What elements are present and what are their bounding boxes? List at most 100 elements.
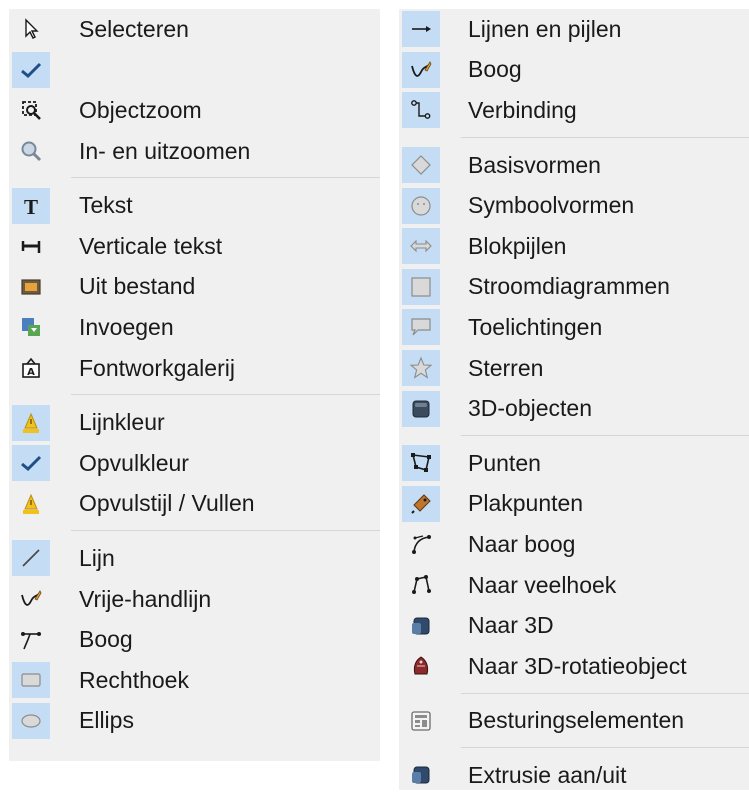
menu-item-naar-boog[interactable]: Naar boog — [399, 524, 749, 565]
menu-item-label: Selecteren — [79, 15, 189, 42]
menu-item-label: Boog — [468, 56, 522, 83]
menu-item-selecteren[interactable]: Selecteren — [9, 9, 380, 50]
drawing-context-menu-left: Selecteren Objectzoom In- en uitzoomen T… — [9, 9, 380, 761]
menu-item-ellips[interactable]: Ellips — [9, 701, 380, 742]
menu-item-boog-right[interactable]: Boog — [399, 50, 749, 91]
menu-item-label: Lijnen en pijlen — [468, 15, 622, 42]
menu-item-label: Extrusie aan/uit — [468, 761, 627, 788]
line-arrow-icon — [402, 11, 440, 48]
menu-item-in-en-uitzoomen[interactable]: In- en uitzoomen — [9, 131, 380, 172]
star-icon — [402, 350, 440, 387]
menu-item-label: Tekst — [79, 192, 133, 219]
glue-points-icon — [402, 485, 440, 522]
menu-item-lijnen-en-pijlen[interactable]: Lijnen en pijlen — [399, 9, 749, 50]
to-polygon-icon — [402, 567, 440, 603]
menu-item-verticale-tekst[interactable]: Verticale tekst — [9, 226, 380, 267]
menu-item-naar-3d[interactable]: Naar 3D — [399, 605, 749, 646]
extrusion-icon — [402, 757, 440, 793]
menu-item-boog-left[interactable]: Boog — [9, 619, 380, 660]
menu-separator — [9, 524, 380, 538]
menu-item-label: Invoegen — [79, 313, 174, 340]
vertical-text-icon — [12, 228, 50, 264]
menu-item-naar-veelhoek[interactable]: Naar veelhoek — [399, 565, 749, 606]
menu-item-rechthoek[interactable]: Rechthoek — [9, 660, 380, 701]
zoom-magnifier-icon — [12, 133, 50, 169]
menu-separator — [9, 388, 380, 402]
flowchart-icon — [402, 268, 440, 305]
menu-item-label: Symboolvormen — [468, 192, 635, 219]
menu-item-lijn[interactable]: Lijn — [9, 538, 380, 579]
checkmark-icon — [12, 445, 50, 482]
menu-item-basisvormen[interactable]: Basisvormen — [399, 145, 749, 186]
menu-item-label: Ellips — [79, 707, 134, 734]
menu-item-fontworkgalerij[interactable]: A Fontworkgalerij — [9, 348, 380, 389]
checkmark-icon — [12, 51, 50, 88]
menu-separator — [399, 687, 749, 701]
svg-text:A: A — [27, 367, 35, 378]
drawing-context-menu-right: Lijnen en pijlen Boog Verbinding Basisvo… — [399, 9, 749, 790]
menu-item-uit-bestand[interactable]: Uit bestand — [9, 267, 380, 308]
menu-item-blokpijlen[interactable]: Blokpijlen — [399, 226, 749, 267]
menu-item-label: Opvulkleur — [79, 449, 189, 476]
menu-item-verbinding[interactable]: Verbinding — [399, 90, 749, 131]
menu-item-invoegen[interactable]: Invoegen — [9, 307, 380, 348]
menu-separator — [399, 131, 749, 145]
menu-separator — [9, 171, 380, 185]
text-t-icon: T — [12, 187, 50, 224]
menu-item-label: Blokpijlen — [468, 232, 567, 259]
freeform-line-icon — [12, 581, 50, 617]
menu-item-objectzoom[interactable]: Objectzoom — [9, 90, 380, 131]
curve-icon — [12, 622, 50, 658]
menu-item-3d-objecten[interactable]: 3D-objecten — [399, 388, 749, 429]
object-zoom-icon — [12, 92, 50, 128]
menu-item-label: Plakpunten — [468, 490, 584, 517]
menu-item-punten[interactable]: Punten — [399, 443, 749, 484]
menu-item-label: Punten — [468, 449, 541, 476]
cube-icon — [402, 390, 440, 427]
menu-item-label: Naar boog — [468, 530, 576, 557]
menu-item-sterren[interactable]: Sterren — [399, 348, 749, 389]
menu-item-naar-3d-rotatieobject[interactable]: Naar 3D-rotatieobject — [399, 646, 749, 687]
menu-item-label: Verbinding — [468, 96, 577, 123]
menu-item-besturingselementen[interactable]: Besturingselementen — [399, 701, 749, 742]
to-3d-rotation-icon — [402, 648, 440, 684]
menu-item-opvulstijl-vullen[interactable]: Opvulstijl / Vullen — [9, 484, 380, 525]
menu-item-label: Vrije-handlijn — [79, 585, 212, 612]
line-color-icon — [12, 404, 50, 441]
menu-item-opvulkleur[interactable]: Opvulkleur — [9, 443, 380, 484]
menu-item-stroomdiagrammen[interactable]: Stroomdiagrammen — [399, 267, 749, 308]
menu-item-label: Toelichtingen — [468, 313, 603, 340]
menu-item-plakpunten[interactable]: Plakpunten — [399, 484, 749, 525]
menu-item-label: Sterren — [468, 354, 544, 381]
to-3d-icon — [402, 608, 440, 644]
menu-item-label: Stroomdiagrammen — [468, 273, 670, 300]
menu-item-label: Naar 3D — [468, 612, 554, 639]
callout-icon — [402, 309, 440, 346]
line-icon — [12, 540, 50, 577]
svg-text:T: T — [24, 195, 38, 218]
menu-item-label: Naar 3D-rotatieobject — [468, 652, 687, 679]
menu-separator — [399, 741, 749, 755]
menu-item-label: Opvulstijl / Vullen — [79, 490, 255, 517]
image-from-file-icon — [12, 269, 50, 305]
menu-item-checked-toggle[interactable] — [9, 50, 380, 91]
connector-icon — [402, 92, 440, 129]
diamond-shape-icon — [402, 147, 440, 184]
menu-item-label: In- en uitzoomen — [79, 137, 251, 164]
menu-item-symboolvormen[interactable]: Symboolvormen — [399, 185, 749, 226]
fill-style-icon — [12, 486, 50, 522]
fontwork-gallery-icon: A — [12, 350, 50, 386]
menu-item-label: Lijn — [79, 544, 115, 571]
points-icon — [402, 445, 440, 482]
menu-item-label: Fontworkgalerij — [79, 354, 235, 381]
menu-item-vrije-handlijn[interactable]: Vrije-handlijn — [9, 579, 380, 620]
block-arrow-icon — [402, 228, 440, 265]
menu-item-label: Rechthoek — [79, 666, 189, 693]
select-arrow-icon — [12, 11, 50, 47]
menu-item-toelichtingen[interactable]: Toelichtingen — [399, 307, 749, 348]
menu-item-tekst[interactable]: T Tekst — [9, 185, 380, 226]
ellipse-icon — [12, 702, 50, 739]
insert-object-icon — [12, 309, 50, 345]
menu-separator — [399, 429, 749, 443]
menu-item-lijnkleur[interactable]: Lijnkleur — [9, 402, 380, 443]
